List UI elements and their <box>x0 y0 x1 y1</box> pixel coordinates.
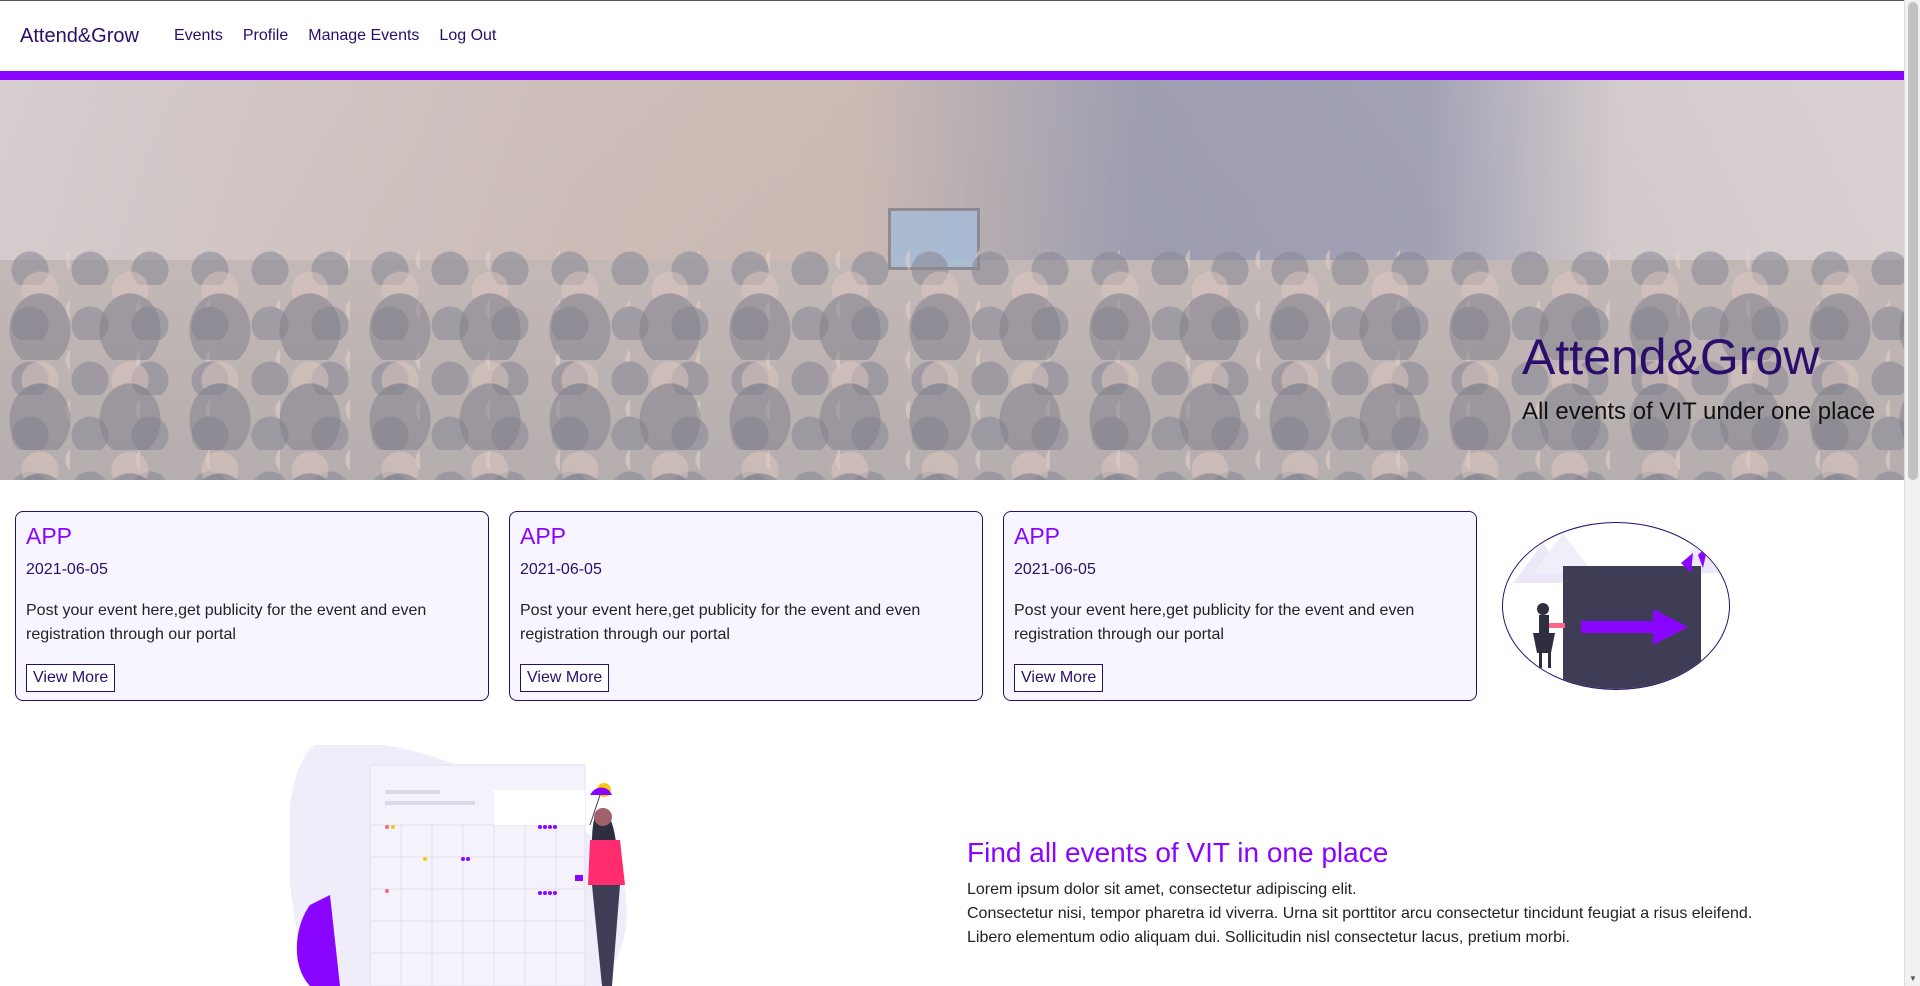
event-card-description: Post your event here,get publicity for t… <box>1014 602 1415 643</box>
calendar-woman-illustration <box>288 741 670 986</box>
hero-title: Attend&Grow <box>1522 329 1820 385</box>
calendar-icon <box>288 741 627 986</box>
feature-line: Consectetur nisi, tempor pharetra id viv… <box>967 905 1753 922</box>
feature-title: Find all events of VIT in one place <box>967 837 1389 868</box>
door-exit-illustration <box>1502 522 1730 690</box>
feature-line: Libero elementum odio aliquam dui. Solli… <box>967 929 1570 946</box>
event-card-title: APP <box>26 523 73 549</box>
nav-link-manage-events[interactable]: Manage Events <box>308 27 419 45</box>
event-card-date: 2021-06-05 <box>26 561 108 578</box>
view-more-button[interactable]: View More <box>520 664 610 692</box>
nav-link-events[interactable]: Events <box>174 27 223 45</box>
vertical-scrollbar[interactable]: ▼ <box>1904 0 1920 986</box>
feature-line: Lorem ipsum dolor sit amet, consectetur … <box>967 881 1357 898</box>
view-more-button[interactable]: View More <box>26 664 116 692</box>
event-card-description: Post your event here,get publicity for t… <box>520 602 921 643</box>
feature-text: Lorem ipsum dolor sit amet, consectetur … <box>967 878 1752 950</box>
door-exit-icon <box>1513 533 1728 689</box>
event-card-title: APP <box>1014 523 1061 549</box>
navbar: Attend&Grow Events Profile Manage Events… <box>0 1 1904 71</box>
accent-bar <box>0 71 1904 80</box>
event-card: APP 2021-06-05 Post your event here,get … <box>15 511 489 701</box>
event-card-date: 2021-06-05 <box>520 561 602 578</box>
hero-subtitle: All events of VIT under one place <box>1522 398 1876 425</box>
nav-link-profile[interactable]: Profile <box>243 27 288 45</box>
nav-links: Events Profile Manage Events Log Out <box>174 27 496 45</box>
view-more-button[interactable]: View More <box>1014 664 1104 692</box>
event-card: APP 2021-06-05 Post your event here,get … <box>509 511 983 701</box>
event-card-date: 2021-06-05 <box>1014 561 1096 578</box>
page: Attend&Grow Events Profile Manage Events… <box>0 0 1920 986</box>
scroll-down-arrow-icon[interactable]: ▼ <box>1908 974 1918 984</box>
event-card-title: APP <box>520 523 567 549</box>
nav-link-log-out[interactable]: Log Out <box>439 27 496 45</box>
brand-logo[interactable]: Attend&Grow <box>20 25 139 48</box>
event-card-description: Post your event here,get publicity for t… <box>26 602 427 643</box>
hero-banner: Attend&Grow All events of VIT under one … <box>0 80 1904 480</box>
scrollbar-thumb[interactable] <box>1908 2 1918 480</box>
event-card: APP 2021-06-05 Post your event here,get … <box>1003 511 1477 701</box>
